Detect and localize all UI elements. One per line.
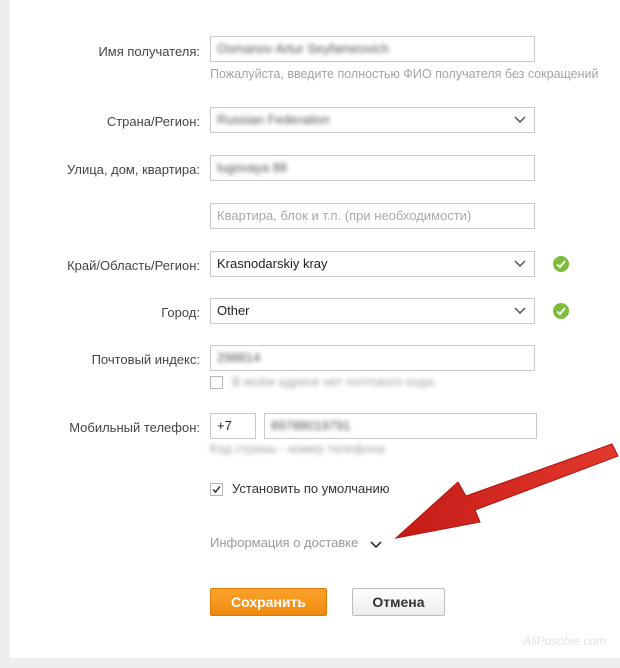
city-label: Город: xyxy=(161,305,200,320)
checkmark-icon xyxy=(212,486,221,494)
watermark: AliPosobie.com xyxy=(523,634,606,648)
no-zip-checkbox[interactable] xyxy=(210,376,223,389)
country-label: Страна/Регион: xyxy=(106,114,200,129)
phone-hint: Код страны - номер телефона xyxy=(210,442,385,456)
zip-value: 298814 xyxy=(217,350,261,365)
address-form-panel: Имя получателя: Osmanov Artur Seyfameovi… xyxy=(10,0,620,658)
delivery-info-toggle[interactable]: Информация о доставке xyxy=(210,535,382,550)
check-icon xyxy=(553,303,569,319)
chevron-down-icon xyxy=(514,307,526,315)
chevron-down-icon xyxy=(514,260,526,268)
save-button[interactable]: Сохранить xyxy=(210,588,327,616)
chevron-down-icon xyxy=(514,116,526,124)
phone-country-code: +7 xyxy=(217,418,232,433)
country-select[interactable]: Russian Federation xyxy=(210,107,535,133)
phone-label: Мобильный телефон: xyxy=(69,420,200,435)
zip-input[interactable]: 298814 xyxy=(210,345,535,371)
region-select[interactable]: Krasnodarskiy kray xyxy=(210,251,535,277)
region-value: Krasnodarskiy kray xyxy=(217,256,328,271)
no-zip-label: В моём адресе нет почтового кода. xyxy=(232,375,437,389)
annotation-arrow-icon xyxy=(394,443,619,539)
phone-country-code-input[interactable]: +7 xyxy=(210,413,256,439)
street-label: Улица, дом, квартира: xyxy=(66,162,200,177)
country-value: Russian Federation xyxy=(217,112,330,127)
recipient-name-hint: Пожалуйста, введите полностью ФИО получа… xyxy=(210,67,599,81)
phone-number-input[interactable]: 89788019791 xyxy=(264,413,537,439)
city-value: Other xyxy=(217,303,250,318)
recipient-name-input[interactable]: Osmanov Artur Seyfameovich xyxy=(210,36,535,62)
delivery-info-label: Информация о доставке xyxy=(210,535,359,550)
apartment-placeholder: Квартира, блок и т.п. (при необходимости… xyxy=(217,208,472,223)
apartment-input[interactable]: Квартира, блок и т.п. (при необходимости… xyxy=(210,203,535,229)
street-input[interactable]: lugovaya 88 xyxy=(210,155,535,181)
zip-label: Почтовый индекс: xyxy=(91,352,200,367)
recipient-name-label: Имя получателя: xyxy=(98,44,200,59)
cancel-button[interactable]: Отмена xyxy=(352,588,445,616)
check-icon xyxy=(553,256,569,272)
street-value: lugovaya 88 xyxy=(217,160,288,175)
region-label: Край/Область/Регион: xyxy=(67,258,200,273)
default-address-label: Установить по умолчанию xyxy=(232,481,390,496)
recipient-name-value: Osmanov Artur Seyfameovich xyxy=(217,41,389,56)
city-select[interactable]: Other xyxy=(210,298,535,324)
default-address-checkbox[interactable] xyxy=(210,483,223,496)
phone-number-value: 89788019791 xyxy=(271,418,351,433)
